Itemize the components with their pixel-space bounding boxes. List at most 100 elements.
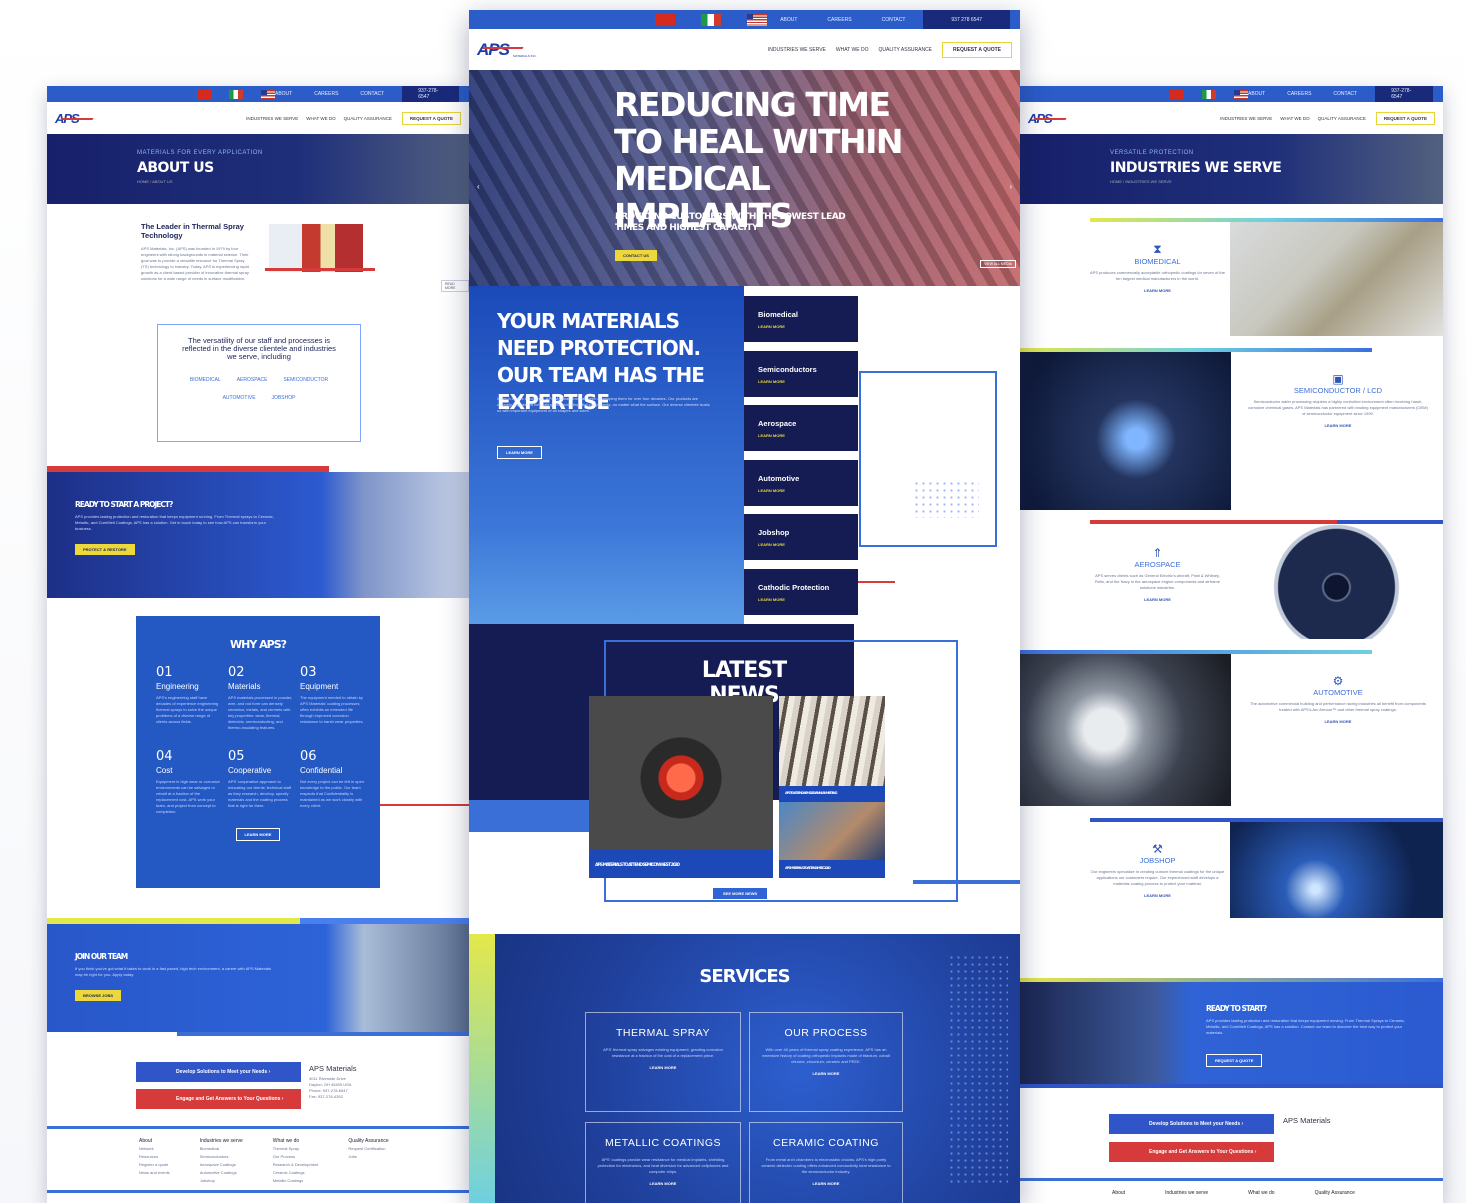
footer-link[interactable]: News and events <box>139 1170 170 1176</box>
why-learn-more-button[interactable]: LEARN MORE <box>235 828 281 841</box>
aps-logo[interactable]: APS <box>477 40 510 60</box>
footer-link[interactable]: Jobshop <box>200 1178 243 1184</box>
carousel-next-icon[interactable]: › <box>1009 182 1012 191</box>
china-flag-icon[interactable] <box>197 89 211 99</box>
phone-number[interactable]: 937-278-6547 <box>402 86 459 102</box>
nav-quality-link[interactable]: QUALITY ASSURANCE <box>1318 116 1366 121</box>
nav-quality-link[interactable]: QUALITY ASSURANCE <box>878 47 932 53</box>
materials-learn-more-button[interactable]: LEARN MORE <box>497 446 542 459</box>
topbar-contact-link[interactable]: CONTACT <box>360 91 384 97</box>
service-learn-more[interactable]: LEARN MORE <box>750 1181 902 1186</box>
nav-quality-link[interactable]: QUALITY ASSURANCE <box>344 116 392 121</box>
versatility-semiconductor[interactable]: SEMICONDUCTOR <box>283 377 328 383</box>
nav-industries-link[interactable]: INDUSTRIES WE SERVE <box>768 47 826 53</box>
industry-learn-more[interactable]: LEARN MORE <box>1248 719 1428 724</box>
versatility-jobshop[interactable]: JOBSHOP <box>272 395 296 401</box>
news-card-1[interactable]: APS MATERIALS TO ATTEND SEMICON WEST 202… <box>589 850 773 878</box>
industry-link[interactable]: LEARN MORE <box>758 542 858 547</box>
industry-card-biomedical[interactable]: Biomedical LEARN MORE <box>744 296 858 342</box>
industry-link[interactable]: LEARN MORE <box>758 433 858 438</box>
footer-link[interactable]: Research & Development <box>273 1162 319 1168</box>
footer-link[interactable]: Biomedical <box>200 1146 243 1152</box>
versatility-aerospace[interactable]: AEROSPACE <box>237 377 268 383</box>
engage-answers-link[interactable]: Engage and Get Answers to Your Questions… <box>1109 1142 1274 1162</box>
service-learn-more[interactable]: LEARN MORE <box>586 1181 740 1186</box>
china-flag-icon[interactable] <box>655 13 675 26</box>
footer-col-title[interactable]: Quality Assurance <box>1315 1190 1355 1196</box>
italy-flag-icon[interactable] <box>701 13 721 26</box>
footer-link[interactable]: Jobs <box>348 1154 388 1160</box>
request-quote-button[interactable]: REQUEST A QUOTE <box>401 111 461 125</box>
versatility-automotive[interactable]: AUTOMOTIVE <box>223 395 256 401</box>
footer-link[interactable]: Network <box>139 1146 170 1152</box>
footer-link[interactable]: Our Process <box>273 1154 319 1160</box>
footer-col-title[interactable]: Industries we serve <box>1165 1190 1208 1196</box>
footer-link[interactable]: Automotive Coatings <box>200 1170 243 1176</box>
industry-card-aerospace[interactable]: Aerospace LEARN MORE <box>744 405 858 451</box>
topbar-careers-link[interactable]: CAREERS <box>827 17 851 23</box>
phone-number[interactable]: 937 278 6547 <box>923 10 1010 29</box>
service-card-metallic-coatings[interactable]: METALLIC COATINGS APS' coatings provide … <box>585 1122 741 1203</box>
develop-solutions-link[interactable]: Develop Solutions to Meet your Needs › <box>1109 1114 1274 1134</box>
service-learn-more[interactable]: LEARN MORE <box>750 1071 902 1076</box>
industry-card-cathodic-protection[interactable]: Cathodic Protection LEARN MORE <box>744 569 858 615</box>
service-learn-more[interactable]: LEARN MORE <box>586 1065 740 1070</box>
request-quote-button[interactable]: REQUEST A QUOTE <box>1375 111 1435 125</box>
request-quote-cta[interactable]: REQUEST A QUOTE <box>1206 1054 1263 1067</box>
industry-link[interactable]: LEARN MORE <box>758 379 858 384</box>
protect-restore-button[interactable]: PROTECT & RESTORE <box>75 544 135 555</box>
usa-flag-icon[interactable] <box>747 13 767 26</box>
footer-link[interactable]: Resources <box>139 1154 170 1160</box>
industry-card-automotive[interactable]: Automotive LEARN MORE <box>744 460 858 506</box>
service-card-ceramic-coating[interactable]: CERAMIC COATING From metal arch chambers… <box>749 1122 903 1203</box>
footer-link[interactable]: Semiconductors <box>200 1154 243 1160</box>
browse-jobs-button[interactable]: BROWSE JOBS <box>75 990 122 1001</box>
topbar-about-link[interactable]: ABOUT <box>275 91 292 97</box>
topbar-careers-link[interactable]: CAREERS <box>314 91 338 97</box>
footer-link[interactable]: Ceramic Coatings <box>273 1170 319 1176</box>
service-card-our-process[interactable]: OUR PROCESS With over 40 years of therma… <box>749 1012 903 1112</box>
topbar-about-link[interactable]: ABOUT <box>1248 91 1265 97</box>
footer-col-title[interactable]: What we do <box>1248 1190 1274 1196</box>
contact-us-button[interactable]: CONTACT US <box>615 250 657 261</box>
request-quote-button[interactable]: REQUEST A QUOTE <box>942 41 1012 58</box>
breadcrumb[interactable]: HOME / ABOUT US <box>137 179 379 184</box>
news-card-3[interactable]: APS MATERIALS TO ATTEND IMTEC 2020 <box>779 860 885 878</box>
see-more-news-button[interactable]: SEE MORE NEWS <box>713 888 768 899</box>
industry-link[interactable]: LEARN MORE <box>758 324 858 329</box>
usa-flag-icon[interactable] <box>1234 89 1248 99</box>
view-all-media-button[interactable]: VIEW ALL MEDIA <box>980 260 1016 268</box>
industry-card-semiconductors[interactable]: Semiconductors LEARN MORE <box>744 351 858 397</box>
breadcrumb[interactable]: HOME / INDUSTRIES WE SERVE <box>1110 179 1353 184</box>
footer-col-title[interactable]: About <box>1112 1190 1125 1196</box>
industry-learn-more[interactable]: LEARN MORE <box>1090 893 1225 898</box>
industry-learn-more[interactable]: LEARN MORE <box>1090 288 1225 293</box>
phone-number[interactable]: 937-278-6547 <box>1375 86 1433 102</box>
industry-learn-more[interactable]: LEARN MORE <box>1248 423 1428 428</box>
industry-link[interactable]: LEARN MORE <box>758 488 858 493</box>
topbar-about-link[interactable]: ABOUT <box>780 17 797 23</box>
nav-what-we-do-link[interactable]: WHAT WE DO <box>306 116 335 121</box>
nav-what-we-do-link[interactable]: WHAT WE DO <box>836 47 869 53</box>
footer-link[interactable]: Thermal Spray <box>273 1146 319 1152</box>
nav-industries-link[interactable]: INDUSTRIES WE SERVE <box>246 116 298 121</box>
aps-logo[interactable]: APS <box>55 111 80 126</box>
topbar-contact-link[interactable]: CONTACT <box>882 17 906 23</box>
news-card-2[interactable]: APS TO ATTEND ASM 2020 ANNUAL MEETING <box>779 786 885 802</box>
nav-industries-link[interactable]: INDUSTRIES WE SERVE <box>1220 116 1272 121</box>
topbar-careers-link[interactable]: CAREERS <box>1287 91 1311 97</box>
usa-flag-icon[interactable] <box>261 89 275 99</box>
china-flag-icon[interactable] <box>1170 89 1184 99</box>
italy-flag-icon[interactable] <box>1202 89 1216 99</box>
service-card-thermal-spray[interactable]: THERMAL SPRAY APS' thermal spray salvage… <box>585 1012 741 1112</box>
footer-link[interactable]: Request Certification <box>348 1146 388 1152</box>
industry-link[interactable]: LEARN MORE <box>758 597 858 602</box>
italy-flag-icon[interactable] <box>229 89 243 99</box>
industry-learn-more[interactable]: LEARN MORE <box>1090 597 1225 602</box>
engage-answers-link[interactable]: Engage and Get Answers to Your Questions… <box>136 1089 301 1109</box>
read-more-button[interactable]: READ MORE <box>441 280 469 292</box>
industry-card-jobshop[interactable]: Jobshop LEARN MORE <box>744 514 858 560</box>
nav-what-we-do-link[interactable]: WHAT WE DO <box>1280 116 1309 121</box>
carousel-prev-icon[interactable]: ‹ <box>477 182 480 191</box>
footer-link[interactable]: Register a quote <box>139 1162 170 1168</box>
